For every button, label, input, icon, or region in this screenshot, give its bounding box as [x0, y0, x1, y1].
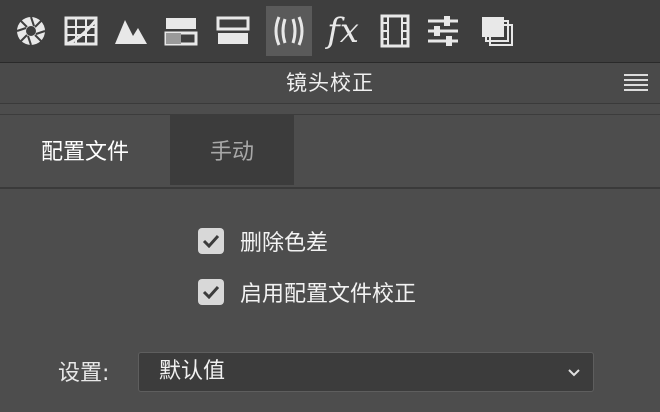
checkmark-icon: [202, 234, 220, 248]
settings-label: 设置:: [58, 361, 110, 386]
remove-chromatic-aberration-option[interactable]: 删除色差: [198, 226, 328, 256]
grid-icon: [64, 16, 98, 46]
lens-correction-panel: fx 镜头校正 配置文件 手动 删除色差 启用配置文件校正 设置: 默认值: [0, 0, 660, 412]
fx-icon: fx: [327, 11, 359, 51]
film-icon: [380, 14, 410, 48]
chevron-down-icon: [568, 369, 580, 377]
enable-profile-correction-checkbox[interactable]: [198, 279, 224, 305]
tab-bar: 配置文件 手动: [0, 114, 660, 189]
tab-profile[interactable]: 配置文件: [0, 115, 170, 185]
enable-profile-correction-option[interactable]: 启用配置文件校正: [198, 277, 416, 307]
mountain-icon: [115, 20, 147, 44]
tool-hsl[interactable]: [108, 6, 154, 56]
tool-detail[interactable]: [210, 6, 256, 56]
sliders-icon: [428, 16, 458, 46]
tool-curve[interactable]: [58, 6, 104, 56]
tool-basic[interactable]: [8, 6, 54, 56]
panel-title: 镜头校正: [286, 71, 374, 95]
split-toning-icon: [164, 18, 198, 46]
tab-manual[interactable]: 手动: [170, 115, 294, 185]
settings-dropdown[interactable]: 默认值: [138, 352, 594, 392]
checkmark-icon: [202, 285, 220, 299]
panel-toolbar: fx: [0, 0, 660, 63]
panel-menu-icon[interactable]: [624, 74, 648, 92]
tool-sliders[interactable]: [420, 6, 466, 56]
settings-value: 默认值: [159, 359, 226, 384]
remove-chromatic-aberration-checkbox[interactable]: [198, 228, 224, 254]
enable-profile-correction-label: 启用配置文件校正: [240, 282, 417, 307]
tool-lens-correction[interactable]: [266, 6, 312, 56]
detail-icon: [216, 16, 250, 44]
tool-effects[interactable]: fx: [320, 6, 366, 56]
tool-presets[interactable]: [474, 6, 520, 56]
tool-split-toning[interactable]: [158, 6, 204, 56]
tool-calibration[interactable]: [372, 6, 418, 56]
panel-header: 镜头校正: [0, 63, 660, 104]
presets-icon: [482, 17, 513, 46]
lens-correction-icon: [274, 16, 304, 46]
aperture-icon: [16, 16, 46, 46]
remove-chromatic-aberration-label: 删除色差: [240, 231, 329, 256]
